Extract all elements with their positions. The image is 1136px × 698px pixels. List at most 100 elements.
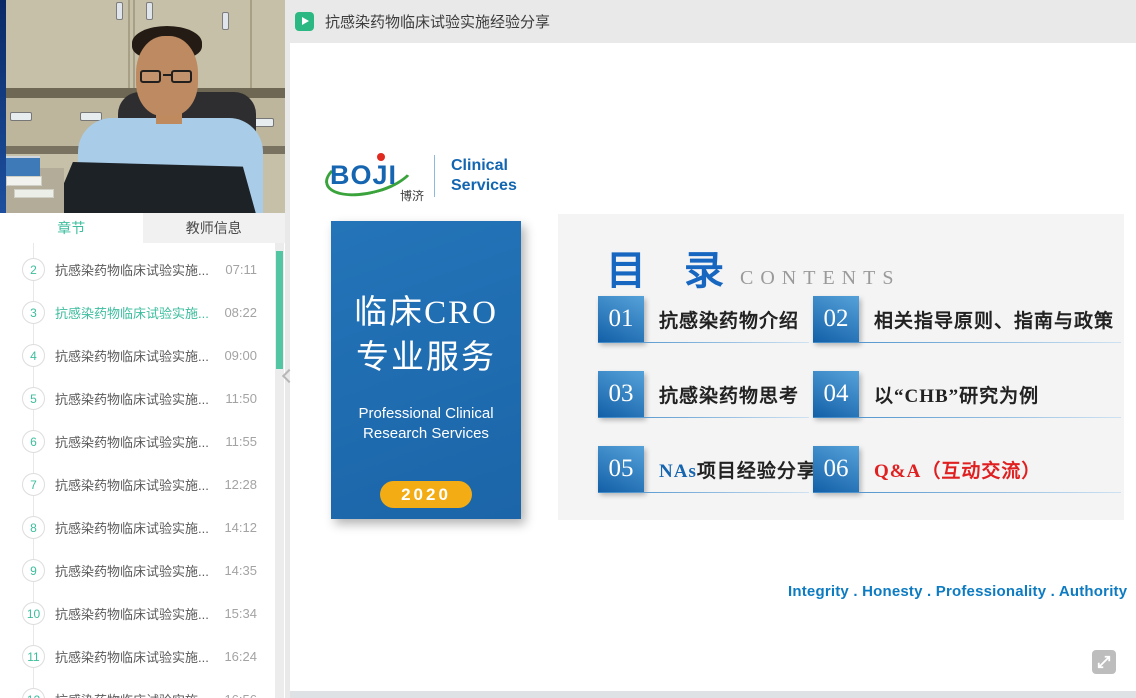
video-left-stripe — [0, 0, 6, 213]
toc-item-label-text: 相关指导原则、指南与政策 — [874, 311, 1114, 332]
toc-item-underline — [598, 492, 809, 494]
chapter-number-badge: 7 — [22, 473, 45, 496]
toc-item-label-text: 抗感染药物介绍 — [659, 311, 799, 332]
toc-item-underline — [813, 417, 1121, 419]
chapter-item[interactable]: 8 抗感染药物临床试验实施... 14:12 — [0, 506, 285, 549]
chapter-duration: 16:56 — [224, 692, 257, 698]
video-scene-decor — [222, 12, 229, 30]
video-scene-decor — [146, 2, 153, 20]
teacher-glasses — [140, 70, 161, 83]
chapter-number-badge: 2 — [22, 258, 45, 281]
chapter-item[interactable]: 12 抗感染药物临床试验实施... 16:56 — [0, 678, 285, 698]
boji-logo-mark: BOJI 博济 — [328, 148, 420, 204]
video-scene-decor — [10, 112, 32, 121]
toc-item-label: 抗感染药物思考 — [659, 381, 799, 408]
video-papers — [14, 189, 54, 198]
logo-brand-cn: 博济 — [400, 187, 424, 204]
toc-item: 05 NAs项目经验分享 — [598, 446, 813, 492]
video-scene-decor — [116, 2, 123, 20]
chapter-number-badge: 11 — [22, 645, 45, 668]
logo-services-line2: Services — [451, 176, 517, 196]
chapter-item[interactable]: 6 抗感染药物临床试验实施... 11:55 — [0, 420, 285, 463]
chapter-title: 抗感染药物临床试验实施... — [55, 518, 218, 537]
chapter-title: 抗感染药物临床试验实施... — [55, 475, 218, 494]
toc-item-label-text: Q&A（互动交流） — [874, 461, 1041, 482]
toc-item-number: 03 — [598, 371, 644, 417]
toc-item: 03 抗感染药物思考 — [598, 371, 813, 417]
toc-item-number: 06 — [813, 446, 859, 492]
toc-item-label-text: 项目经验分享 — [697, 461, 817, 482]
cover-title-cn: 临床CRO专业服务 — [331, 291, 521, 380]
toc-panel: 目 录 CONTENTS 01 抗感染药物介绍 02 相关指导原则、指南与政策 … — [558, 214, 1124, 520]
teacher-glasses — [171, 70, 192, 83]
chapter-scrollbar-track[interactable] — [275, 243, 284, 698]
chapter-item[interactable]: 10 抗感染药物临床试验实施... 15:34 — [0, 592, 285, 635]
chapter-title: 抗感染药物临床试验实施... — [55, 346, 218, 365]
chapter-duration: 12:28 — [224, 477, 257, 492]
toc-item-label: 抗感染药物介绍 — [659, 306, 799, 333]
toc-item-label-text: 抗感染药物思考 — [659, 386, 799, 407]
player-bottom-strip — [290, 691, 1136, 698]
chapter-duration: 16:24 — [224, 649, 257, 664]
logo-brand-text: BOJI — [330, 160, 397, 191]
chapter-item[interactable]: 4 抗感染药物临床试验实施... 09:00 — [0, 334, 285, 377]
chapter-title: 抗感染药物临床试验实施... — [55, 690, 218, 698]
chapter-scrollbar-thumb[interactable] — [276, 251, 283, 369]
logo-services-line1: Clinical — [451, 156, 517, 176]
chapter-duration: 11:50 — [225, 391, 257, 406]
fullscreen-arrows-icon — [1095, 653, 1113, 671]
chapter-number-badge: 12 — [22, 688, 45, 698]
chapter-number-badge: 4 — [22, 344, 45, 367]
chapter-number-badge: 3 — [22, 301, 45, 324]
toc-item-underline — [598, 417, 809, 419]
cover-year-badge: 2020 — [380, 481, 472, 508]
chapter-item[interactable]: 3 抗感染药物临床试验实施... 08:22 — [0, 291, 285, 334]
toc-item: 02 相关指导原则、指南与政策 — [813, 296, 1125, 342]
toc-heading: 目 录 CONTENTS — [606, 238, 900, 296]
chapter-item[interactable]: 11 抗感染药物临床试验实施... 16:24 — [0, 635, 285, 678]
chapter-item[interactable]: 7 抗感染药物临床试验实施... 12:28 — [0, 463, 285, 506]
chapter-duration: 09:00 — [224, 348, 257, 363]
toc-item-label: 相关指导原则、指南与政策 — [874, 306, 1114, 333]
video-scene-decor — [128, 0, 130, 95]
teacher-video[interactable] — [0, 0, 285, 213]
toc-item-label: 以“CHB”研究为例 — [874, 381, 1039, 408]
video-laptop — [38, 162, 256, 213]
course-player-page: 章节 教师信息 2 抗感染药物临床试验实施... 07:11 3 抗感染药物临床… — [0, 0, 1136, 698]
chapter-number-badge: 9 — [22, 559, 45, 582]
toc-item-underline — [813, 492, 1121, 494]
toc-item-number: 02 — [813, 296, 859, 342]
fullscreen-button[interactable] — [1092, 650, 1116, 674]
video-scene-decor — [250, 0, 252, 95]
footer-slogan: Integrity . Honesty . Professionality . … — [788, 583, 1127, 600]
tab-teacher-info[interactable]: 教师信息 — [143, 213, 286, 243]
course-titlebar: 抗感染药物临床试验实施经验分享 — [285, 0, 1136, 43]
main-content: 抗感染药物临床试验实施经验分享 BOJI 博济 Clinical Service… — [285, 0, 1136, 698]
chapter-number-badge: 10 — [22, 602, 45, 625]
sidebar: 章节 教师信息 2 抗感染药物临床试验实施... 07:11 3 抗感染药物临床… — [0, 0, 285, 698]
chapter-duration: 15:34 — [224, 606, 257, 621]
logo-red-dot — [377, 153, 385, 161]
chapter-item[interactable]: 9 抗感染药物临床试验实施... 14:35 — [0, 549, 285, 592]
chapter-title: 抗感染药物临床试验实施... — [55, 389, 219, 408]
chapter-title: 抗感染药物临床试验实施... — [55, 303, 218, 322]
chapter-item[interactable]: 5 抗感染药物临床试验实施... 11:50 — [0, 377, 285, 420]
chapter-list: 2 抗感染药物临床试验实施... 07:11 3 抗感染药物临床试验实施... … — [0, 243, 285, 698]
toc-heading-en: CONTENTS — [740, 267, 900, 290]
toc-item: 04 以“CHB”研究为例 — [813, 371, 1125, 417]
play-icon — [295, 12, 314, 31]
video-papers — [6, 176, 42, 186]
collapse-sidebar-handle[interactable] — [281, 368, 293, 384]
slide-canvas[interactable]: BOJI 博济 Clinical Services 临床CRO专业服务 Prof… — [290, 43, 1136, 691]
toc-item-label: NAs项目经验分享 — [659, 456, 817, 483]
toc-item-label-text: 以“CHB”研究为例 — [874, 386, 1039, 407]
chapter-duration: 11:55 — [225, 434, 257, 449]
chapter-title: 抗感染药物临床试验实施... — [55, 604, 218, 623]
toc-item-number: 04 — [813, 371, 859, 417]
tab-chapters[interactable]: 章节 — [0, 213, 143, 243]
toc-item: 01 抗感染药物介绍 — [598, 296, 813, 342]
toc-item-underline — [813, 342, 1121, 344]
chapter-number-badge: 5 — [22, 387, 45, 410]
chapter-item[interactable]: 2 抗感染药物临床试验实施... 07:11 — [0, 248, 285, 291]
teacher-glasses — [163, 74, 171, 76]
